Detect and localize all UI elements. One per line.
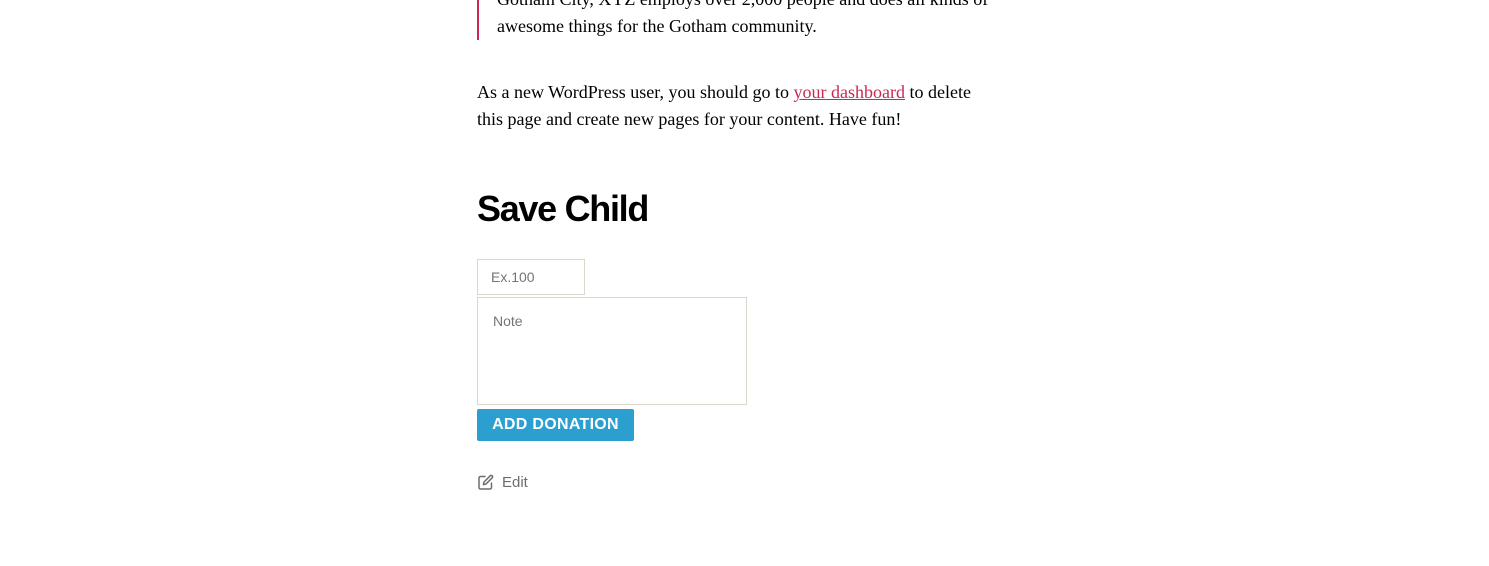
intro-paragraph: As a new WordPress user, you should go t…	[477, 79, 997, 133]
dashboard-link[interactable]: your dashboard	[793, 82, 904, 102]
intro-text-before: As a new WordPress user, you should go t…	[477, 82, 794, 102]
edit-icon	[477, 474, 494, 491]
edit-link[interactable]: Edit	[477, 474, 528, 491]
page: Gotham City, XYZ employs over 2,000 peop…	[0, 0, 1489, 566]
edit-label: Edit	[502, 474, 528, 491]
pull-quote: Gotham City, XYZ employs over 2,000 peop…	[477, 0, 1007, 40]
quote-line-2: awesome things for the Gotham community.	[497, 16, 817, 36]
add-donation-button[interactable]: ADD DONATION	[477, 409, 634, 441]
section-heading: Save Child	[477, 188, 649, 229]
quote-line-1: Gotham City, XYZ employs over 2,000 peop…	[497, 0, 1007, 13]
note-textarea[interactable]	[477, 297, 747, 405]
amount-input[interactable]	[477, 259, 585, 295]
